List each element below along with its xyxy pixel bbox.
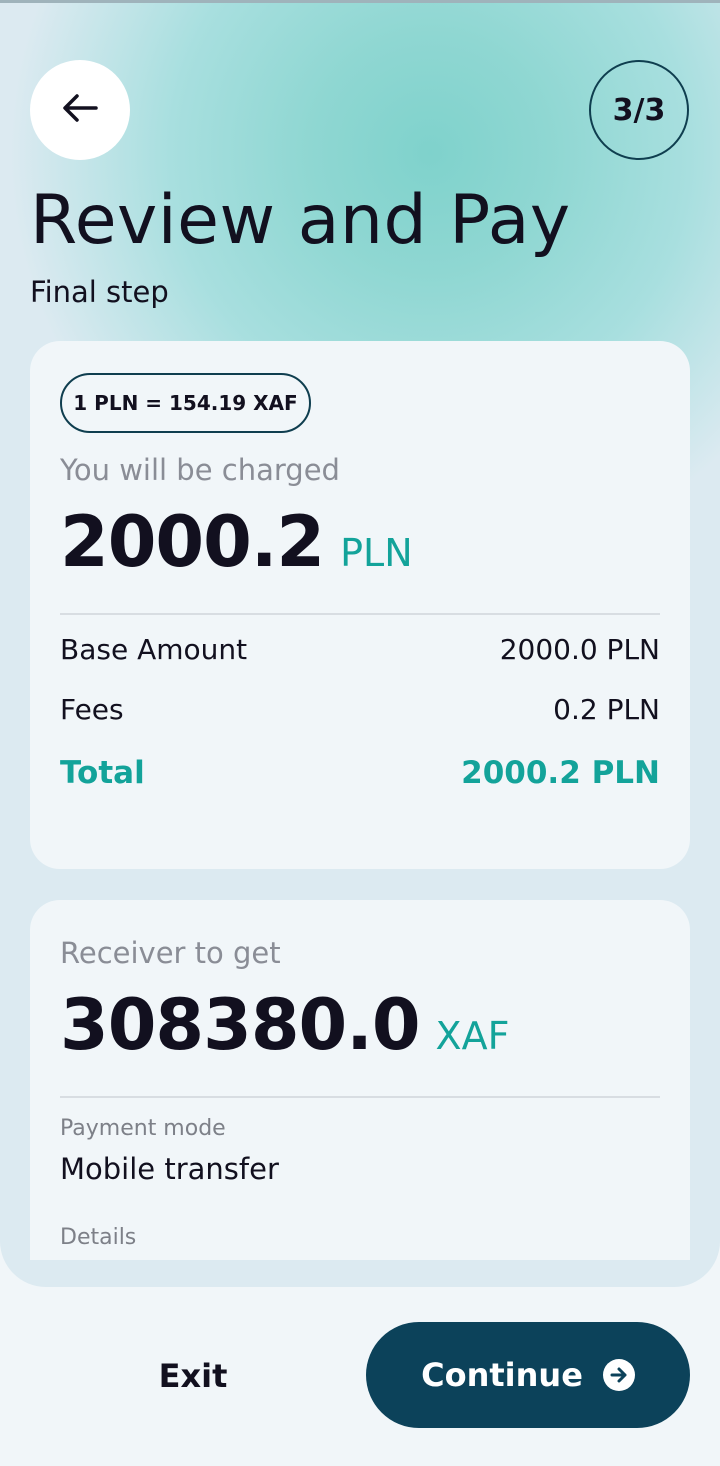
review-and-pay-screen: 3/3 Review and Pay Final step 1 PLN = 15… — [0, 0, 720, 1466]
arrow-left-icon — [62, 93, 98, 127]
divider — [60, 613, 660, 615]
total-row: Total 2000.2 PLN — [60, 755, 660, 791]
total-value: 2000.2 PLN — [461, 755, 660, 791]
charged-currency: PLN — [340, 531, 413, 575]
charge-summary-card: 1 PLN = 154.19 XAF You will be charged 2… — [30, 341, 690, 869]
payment-mode-value: Mobile transfer — [60, 1152, 279, 1186]
base-amount-label: Base Amount — [60, 633, 248, 666]
charged-label: You will be charged — [60, 453, 340, 487]
charged-amount-value: 2000.2 — [60, 501, 325, 583]
exchange-rate-badge: 1 PLN = 154.19 XAF — [60, 373, 311, 433]
continue-button[interactable]: Continue — [366, 1322, 690, 1428]
receiver-card: Receiver to get 308380.0 XAF Payment mod… — [30, 900, 690, 1260]
page-title: Review and Pay — [30, 181, 571, 260]
arrow-right-circle-icon — [602, 1359, 635, 1391]
divider — [60, 1096, 660, 1098]
charged-amount: 2000.2 PLN — [60, 501, 413, 583]
exit-button[interactable]: Exit — [80, 1338, 306, 1414]
fees-row: Fees 0.2 PLN — [60, 693, 660, 726]
payment-mode-label: Payment mode — [60, 1116, 226, 1141]
fees-label: Fees — [60, 693, 124, 726]
header-panel: 3/3 Review and Pay Final step 1 PLN = 15… — [0, 3, 720, 1287]
continue-label: Continue — [421, 1356, 583, 1394]
details-label: Details — [60, 1225, 137, 1250]
receiver-amount-value: 308380.0 — [60, 984, 421, 1066]
back-button[interactable] — [30, 60, 130, 160]
page-subtitle: Final step — [30, 275, 169, 309]
base-amount-value: 2000.0 PLN — [499, 633, 660, 666]
receiver-currency: XAF — [435, 1014, 510, 1058]
base-amount-row: Base Amount 2000.0 PLN — [60, 633, 660, 666]
step-indicator: 3/3 — [589, 60, 689, 160]
receiver-amount: 308380.0 XAF — [60, 984, 509, 1066]
fees-value: 0.2 PLN — [553, 693, 660, 726]
total-label: Total — [60, 755, 145, 791]
receiver-label: Receiver to get — [60, 936, 281, 970]
